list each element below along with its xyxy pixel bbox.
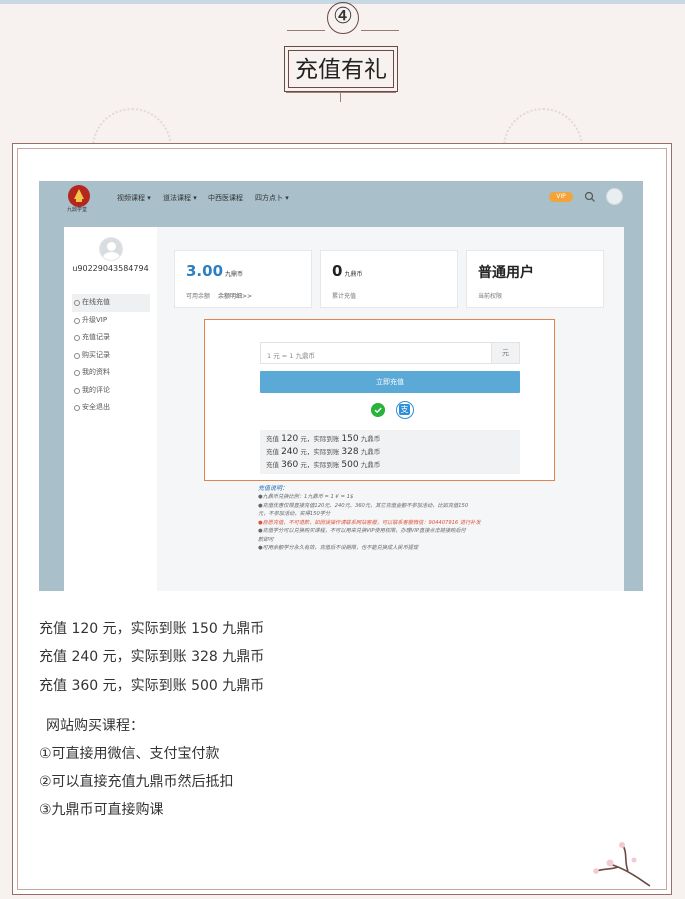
- amount-unit-suffix: 元: [491, 343, 519, 363]
- notes-title: 充值说明：: [258, 485, 289, 492]
- purchase-item-2: ②可以直接充值九鼎币然后抵扣: [39, 774, 234, 790]
- note-line: ●充值优惠仅限直接充值120元、240元、360元，其它充值金额不参加活动，比如…: [258, 502, 469, 509]
- profile-avatar-icon: [99, 237, 123, 261]
- membership-value: 普通用户: [478, 265, 534, 281]
- note-line: ●自愿充值，不可退款，如因误操作请联系网站客服，可以联系客服微信：9044079…: [258, 519, 481, 526]
- cart-icon: [74, 352, 80, 359]
- sidebar-item-recharge[interactable]: 在线充值: [72, 294, 150, 312]
- nav-item-dao[interactable]: 道法课程 ▾: [163, 193, 197, 203]
- wechat-pay-icon[interactable]: [371, 403, 385, 417]
- purchase-item-1: ①可直接用微信、支付宝付款: [39, 746, 220, 762]
- vip-badge[interactable]: VIP: [549, 192, 573, 202]
- section-title: 充值有礼: [288, 50, 394, 88]
- note-line: ●可用余额学分永久有效，充值后不设期限，也不能兑换成人民币提现: [258, 545, 419, 551]
- alipay-icon[interactable]: 支: [396, 401, 414, 419]
- note-line: ●九鼎币兑换比例：1九鼎币 = 1￥ = 1$: [258, 494, 354, 500]
- sidebar-item-logout[interactable]: 安全退出: [72, 399, 150, 417]
- step-number: ④: [327, 2, 359, 34]
- site-logo-icon[interactable]: [67, 184, 91, 208]
- note-line: 元，不参加活动，实得150学分: [258, 511, 331, 517]
- section-title-frame: 充值有礼: [284, 46, 398, 92]
- site-navbar: 九鼎学堂 视频课程 ▾ 道法课程 ▾ 中西医课程 四方点卜 ▾ VIP: [39, 181, 643, 215]
- recharge-icon: [74, 300, 80, 306]
- amount-placeholder: 1 元 = 1 九鼎币: [267, 352, 315, 360]
- search-icon[interactable]: [584, 191, 596, 203]
- balance-detail-link[interactable]: 余额明细>>: [218, 293, 252, 300]
- step-line-left: [287, 30, 325, 31]
- membership-card: 普通用户 当前权限: [466, 250, 604, 308]
- total-recharge-card: 0 九鼎币 累计充值: [320, 250, 458, 308]
- recharge-notes: 充值说明： ●九鼎币兑换比例：1九鼎币 = 1￥ = 1$ ●充值优惠仅限直接充…: [258, 484, 498, 553]
- plum-branch-icon: [593, 842, 651, 887]
- user-avatar-icon[interactable]: [606, 188, 623, 205]
- sidebar-item-upgrade-vip[interactable]: 升级VIP: [72, 312, 150, 330]
- sidebar-item-comments[interactable]: 我的评论: [72, 382, 150, 400]
- rate-line: 充值 240 元，实际到账 328 九鼎币: [266, 447, 381, 457]
- balance-card: 3.00 九鼎币 可用余额 余额明细>>: [174, 250, 312, 308]
- nav-item-medicine[interactable]: 中西医课程: [208, 193, 243, 203]
- username: u90229043584794: [72, 264, 149, 273]
- balance-value: 3.00: [186, 262, 224, 280]
- rate-line: 充值 120 元，实际到账 150 九鼎币: [266, 434, 381, 444]
- balance-label: 可用余额: [186, 293, 211, 300]
- balance-unit: 九鼎币: [225, 271, 244, 278]
- sidebar-menu: 在线充值 升级VIP 充值记录 购买记录 我的资料 我的评论 安全退出: [72, 294, 150, 417]
- promo-line-240: 充值 240 元，实际到账 328 九鼎币: [39, 649, 265, 665]
- title-stem: [340, 92, 341, 102]
- promo-line-120: 充值 120 元，实际到账 150 九鼎币: [39, 621, 265, 637]
- total-recharge-unit: 九鼎币: [344, 271, 363, 278]
- nav-item-divination[interactable]: 四方点卜 ▾: [255, 193, 289, 203]
- title-underline: [286, 92, 396, 93]
- note-line: 款即可: [258, 536, 274, 543]
- promo-line-360: 充值 360 元，实际到账 500 九鼎币: [39, 678, 265, 694]
- purchase-item-3: ③九鼎币可直接购课: [39, 802, 164, 818]
- site-logo-text: 九鼎学堂: [67, 207, 88, 213]
- profile-icon: [74, 370, 80, 376]
- step-line-right: [361, 30, 399, 31]
- recharge-now-button[interactable]: 立即充值: [260, 371, 520, 393]
- rate-line: 充值 360 元，实际到账 500 九鼎币: [266, 460, 381, 470]
- records-icon: [74, 335, 80, 341]
- nav-item-video[interactable]: 视频课程 ▾: [117, 193, 151, 203]
- power-icon: [74, 405, 80, 411]
- membership-label: 当前权限: [478, 293, 503, 300]
- recharge-rates: 充值 120 元，实际到账 150 九鼎币 充值 240 元，实际到账 328 …: [260, 430, 520, 474]
- amount-input[interactable]: 1 元 = 1 九鼎币 元: [260, 342, 520, 364]
- total-recharge-value: 0: [332, 262, 343, 280]
- sidebar-item-profile[interactable]: 我的资料: [72, 364, 150, 382]
- note-line: ●充值学分可以兑换购买课程，不可以用来兑换VIP使用权限，办理VIP直接点击链接…: [258, 528, 466, 534]
- sidebar-item-recharge-records[interactable]: 充值记录: [72, 329, 150, 347]
- purchase-heading: 网站购买课程：: [46, 718, 144, 734]
- recharge-page-screenshot: 九鼎学堂 视频课程 ▾ 道法课程 ▾ 中西医课程 四方点卜 ▾ VIP u902…: [39, 181, 643, 591]
- vip-icon: [74, 317, 80, 324]
- user-sidebar: u90229043584794 在线充值 升级VIP 充值记录 购买记录 我的资…: [64, 227, 157, 591]
- comment-icon: [74, 387, 80, 394]
- user-center: u90229043584794 在线充值 升级VIP 充值记录 购买记录 我的资…: [64, 227, 624, 591]
- sidebar-item-purchase-records[interactable]: 购买记录: [72, 347, 150, 365]
- total-recharge-label: 累计充值: [332, 293, 357, 300]
- recharge-panel: 1 元 = 1 九鼎币 元 立即充值 支 充值 120 元，实际到账 150 九…: [204, 319, 555, 481]
